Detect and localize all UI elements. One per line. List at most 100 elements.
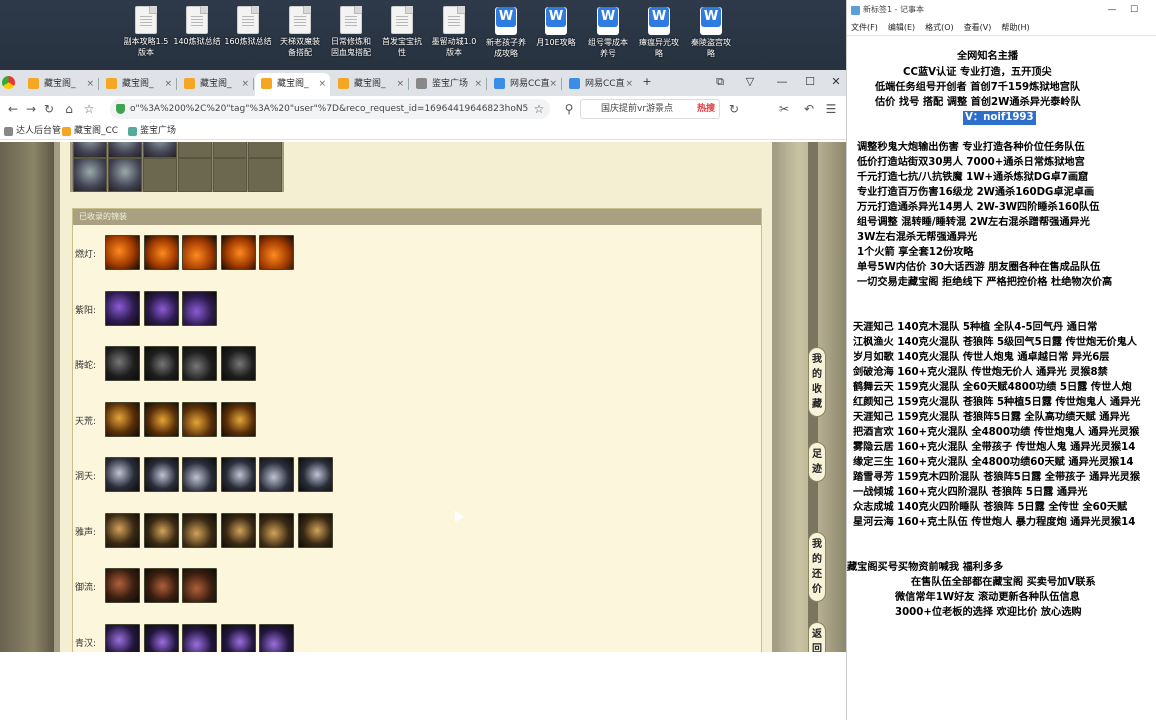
- notepad-menu-item[interactable]: 查看(V): [964, 23, 992, 32]
- back-button[interactable]: ←: [4, 100, 22, 118]
- pet-slot[interactable]: [108, 158, 142, 192]
- tab-close-icon[interactable]: ×: [164, 73, 172, 95]
- desktop-icon[interactable]: 160炼狱总结: [222, 4, 274, 68]
- notepad-text-area[interactable]: 全网知名主播 CC蓝V认证 专业打造，五开顶尖 低端任务组号开创者 首创7千159炼…: [847, 38, 1156, 720]
- equipment-item[interactable]: [105, 235, 140, 270]
- desktop-icon[interactable]: W 瘴瘟异光攻 略: [633, 4, 685, 68]
- equipment-item[interactable]: [297, 512, 333, 548]
- pet-slot[interactable]: [178, 158, 212, 192]
- reload-button[interactable]: ↻: [40, 100, 58, 118]
- equipment-item[interactable]: [182, 623, 217, 652]
- equipment-item[interactable]: [105, 568, 140, 603]
- forward-button[interactable]: →: [22, 100, 40, 118]
- tab-5[interactable]: 鉴宝广场 ×: [410, 73, 486, 96]
- desktop-icon[interactable]: W 组号零成本 养号: [582, 4, 634, 68]
- desktop-icon[interactable]: W 秦陵盗宫攻 略: [685, 4, 737, 68]
- side-button-3[interactable]: 返回顶部: [808, 622, 826, 652]
- equipment-item[interactable]: [143, 512, 179, 548]
- tab-2[interactable]: 藏宝阁_ ×: [178, 73, 253, 96]
- new-tab-button[interactable]: +: [637, 71, 657, 93]
- url-input[interactable]: o"%3A%200%2C%20"tag"%3A%20"user"%7D&reco…: [110, 99, 550, 119]
- bookmark-item[interactable]: 藏宝阁_CC: [62, 124, 118, 138]
- minimize-button[interactable]: —: [1103, 0, 1121, 20]
- equipment-item[interactable]: [105, 290, 140, 326]
- tab-close-icon[interactable]: ×: [86, 73, 94, 95]
- tab-close-icon[interactable]: ×: [318, 73, 326, 95]
- equipment-item[interactable]: [105, 457, 140, 492]
- desktop-icon[interactable]: 天梯双魔装 备搭配: [274, 4, 326, 68]
- equipment-item[interactable]: [220, 457, 256, 492]
- maximize-icon[interactable]: ☐: [800, 71, 820, 93]
- menu-icon[interactable]: ☰: [822, 100, 840, 118]
- equipment-item[interactable]: [143, 623, 179, 652]
- desktop-icon[interactable]: 首发宝宝抗 性: [376, 4, 428, 68]
- notepad-menu-item[interactable]: 文件(F): [851, 23, 878, 32]
- equipment-item[interactable]: [259, 235, 294, 270]
- pet-slot[interactable]: [213, 142, 247, 158]
- side-button-2[interactable]: 我的还价: [808, 532, 826, 602]
- tab-close-icon[interactable]: ×: [396, 73, 404, 95]
- tab-4[interactable]: 藏宝阁_ ×: [332, 73, 408, 96]
- equipment-item[interactable]: [220, 512, 256, 548]
- side-button-0[interactable]: 我的收藏: [808, 347, 826, 417]
- notepad-menu-item[interactable]: 帮助(H): [1001, 23, 1029, 32]
- desktop-icon[interactable]: W 新老孩子养 成攻略: [480, 4, 532, 68]
- pet-slot[interactable]: [73, 142, 107, 158]
- tab-search-icon[interactable]: ⧉: [710, 71, 730, 93]
- sync-icon[interactable]: ↻: [725, 100, 743, 118]
- equipment-item[interactable]: [220, 623, 256, 652]
- equipment-item[interactable]: [105, 401, 140, 437]
- close-window-icon[interactable]: ✕: [826, 71, 846, 93]
- equipment-item[interactable]: [143, 346, 179, 381]
- bookmark-star-icon[interactable]: ☆: [80, 100, 98, 118]
- side-button-1[interactable]: 足迹: [808, 442, 826, 482]
- equipment-item[interactable]: [220, 235, 256, 270]
- tab-close-icon[interactable]: ×: [474, 73, 482, 95]
- equipment-item[interactable]: [182, 346, 217, 381]
- tab-close-icon[interactable]: ×: [625, 73, 633, 95]
- equipment-item[interactable]: [143, 568, 179, 603]
- screenshot-icon[interactable]: ⚲: [560, 100, 578, 118]
- tab-close-icon[interactable]: ×: [549, 73, 557, 95]
- bookmark-item[interactable]: 达人后台管: [4, 124, 61, 138]
- equipment-item[interactable]: [220, 401, 256, 437]
- equipment-item[interactable]: [182, 235, 217, 270]
- pet-slot[interactable]: [143, 158, 177, 192]
- cut-icon[interactable]: ✂: [775, 100, 793, 118]
- maximize-button[interactable]: ☐: [1125, 0, 1143, 20]
- equipment-item[interactable]: [259, 512, 294, 548]
- equipment-item[interactable]: [105, 623, 140, 652]
- tab-3[interactable]: 藏宝阁_ ×: [255, 73, 330, 96]
- pet-slot[interactable]: [108, 142, 142, 158]
- tab-0[interactable]: 藏宝阁_ ×: [22, 73, 98, 96]
- pet-slot[interactable]: [213, 158, 247, 192]
- home-button[interactable]: ⌂: [60, 100, 78, 118]
- pet-slot[interactable]: [143, 142, 177, 158]
- tab-6[interactable]: 网易CC直 ×: [488, 73, 561, 96]
- equipment-item[interactable]: [259, 623, 294, 652]
- equipment-item[interactable]: [182, 568, 217, 603]
- equipment-item[interactable]: [143, 457, 179, 492]
- equipment-item[interactable]: [182, 512, 217, 548]
- desktop-icon[interactable]: 墨留动城1.0 版本: [428, 4, 480, 68]
- equipment-item[interactable]: [105, 346, 140, 381]
- tab-1[interactable]: 藏宝阁_ ×: [100, 73, 176, 96]
- tab-7[interactable]: 网易CC直 ×: [563, 73, 637, 96]
- pet-slot[interactable]: [248, 158, 282, 192]
- hot-search-badge[interactable]: 热搜: [697, 100, 715, 118]
- equipment-item[interactable]: [297, 457, 333, 492]
- equipment-item[interactable]: [182, 457, 217, 492]
- equipment-item[interactable]: [105, 512, 140, 548]
- equipment-item[interactable]: [143, 290, 179, 326]
- tab-close-icon[interactable]: ×: [241, 73, 249, 95]
- notepad-menu-item[interactable]: 编辑(E): [888, 23, 915, 32]
- desktop-icon[interactable]: 140炼狱总结: [171, 4, 223, 68]
- search-input[interactable]: 国庆提前vr游景点 热搜: [580, 99, 720, 119]
- desktop-icon[interactable]: 日常修炼和 固血鬼搭配: [325, 4, 377, 68]
- pet-slot[interactable]: [73, 158, 107, 192]
- equipment-item[interactable]: [182, 290, 217, 326]
- equipment-item[interactable]: [259, 457, 294, 492]
- notepad-menu-item[interactable]: 格式(O): [925, 23, 954, 32]
- desktop-icon[interactable]: 副本攻略1.5 版本: [120, 4, 172, 68]
- equipment-item[interactable]: [220, 346, 256, 381]
